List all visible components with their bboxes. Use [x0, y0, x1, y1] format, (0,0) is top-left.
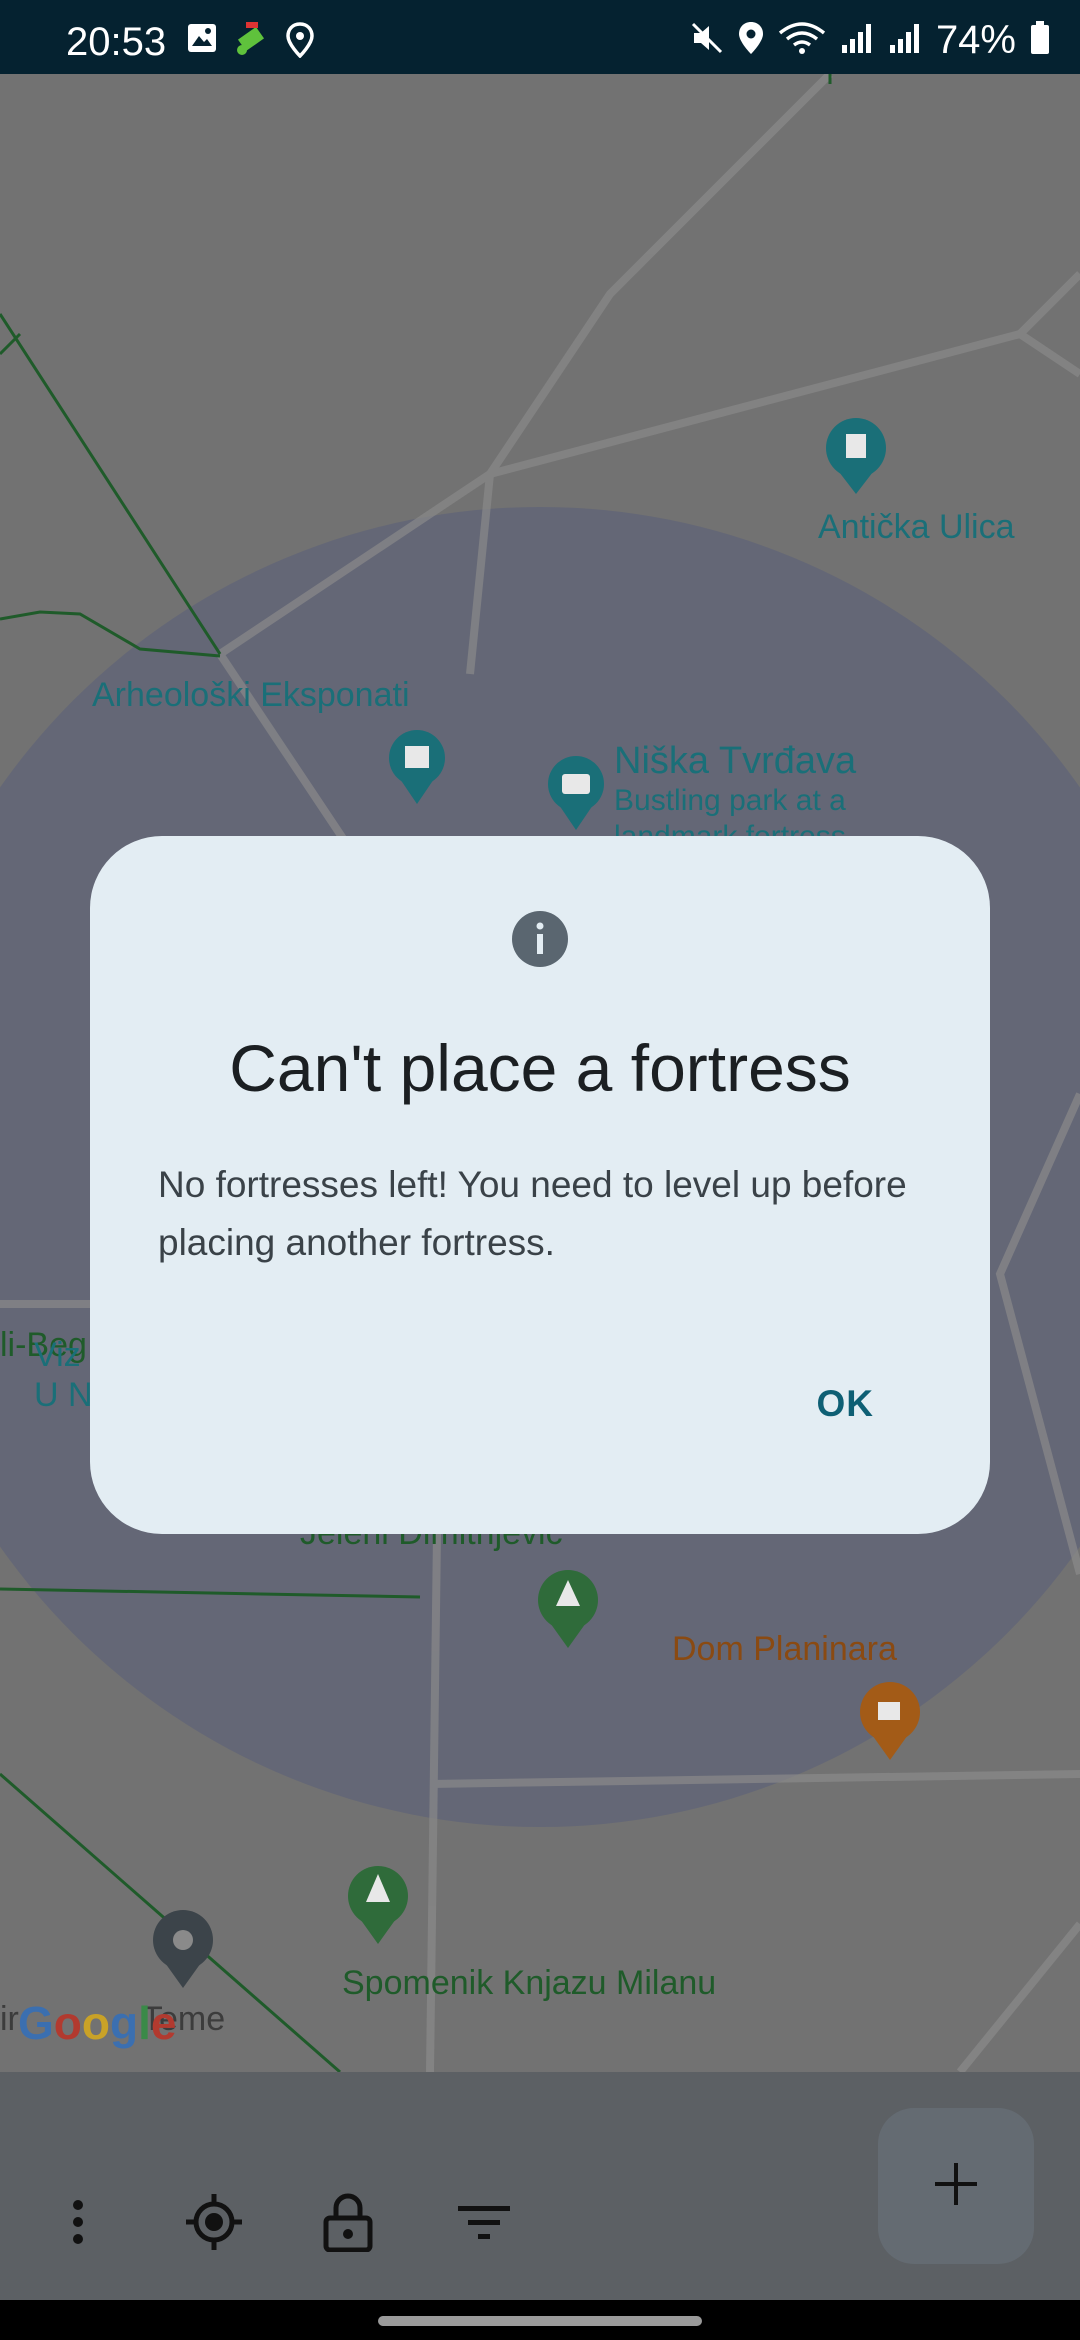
home-gesture-handle[interactable] — [378, 2316, 702, 2326]
more-vert-icon[interactable] — [48, 2192, 108, 2252]
status-time: 20:53 — [66, 20, 167, 64]
poi-pin-fortress — [826, 418, 886, 494]
poi-label-viz[interactable]: Viz — [34, 1336, 81, 1375]
info-icon — [511, 910, 569, 968]
poi-label-niska-desc-1: Bustling park at a — [614, 784, 846, 817]
filter-icon[interactable] — [454, 2192, 514, 2252]
signal-icon-2 — [888, 21, 922, 60]
ok-button[interactable]: OK — [811, 1382, 881, 1426]
poi-label-dom-planinara[interactable]: Dom Planinara — [672, 1630, 897, 1669]
poi-label-anticka-ulica[interactable]: Antička Ulica — [818, 508, 1015, 547]
wifi-icon — [778, 21, 826, 60]
poi-pin-cafe — [860, 1682, 920, 1760]
gallery-icon — [186, 22, 218, 63]
poi-pin-generic — [153, 1910, 213, 1988]
poi-label-spomenik-knjazu-milanu[interactable]: Spomenik Knjazu Milanu — [342, 1964, 716, 2003]
alert-dialog: Can't place a fortress No fortresses lef… — [90, 836, 990, 1534]
satellite-app-icon — [232, 22, 272, 63]
signal-icon — [840, 21, 874, 60]
my-location-icon[interactable] — [184, 2192, 244, 2252]
status-bar: 20:53 74% — [0, 0, 1080, 74]
poi-pin-park-2 — [348, 1866, 408, 1944]
add-fab-button[interactable] — [878, 2108, 1034, 2264]
mute-icon — [690, 21, 724, 60]
dialog-title: Can't place a fortress — [229, 1031, 851, 1105]
google-logo: Google — [18, 1997, 177, 2049]
add-icon — [933, 2161, 979, 2212]
system-navigation-bar — [0, 2300, 1080, 2340]
battery-percent: 74% — [935, 18, 1016, 62]
location-pin-icon — [286, 22, 314, 63]
poi-label-un[interactable]: U N — [34, 1376, 93, 1415]
poi-label-ir[interactable]: ir — [0, 2000, 19, 2039]
lock-icon[interactable] — [318, 2192, 378, 2252]
dialog-message: No fortresses left! You need to level up… — [158, 1164, 907, 1263]
poi-label-arheoloski-eksponati[interactable]: Arheološki Eksponati — [92, 676, 410, 715]
poi-label-niska-tvrdava[interactable]: Niška Tvrđava — [614, 740, 856, 783]
battery-icon — [1030, 21, 1050, 60]
location-icon — [738, 21, 764, 60]
